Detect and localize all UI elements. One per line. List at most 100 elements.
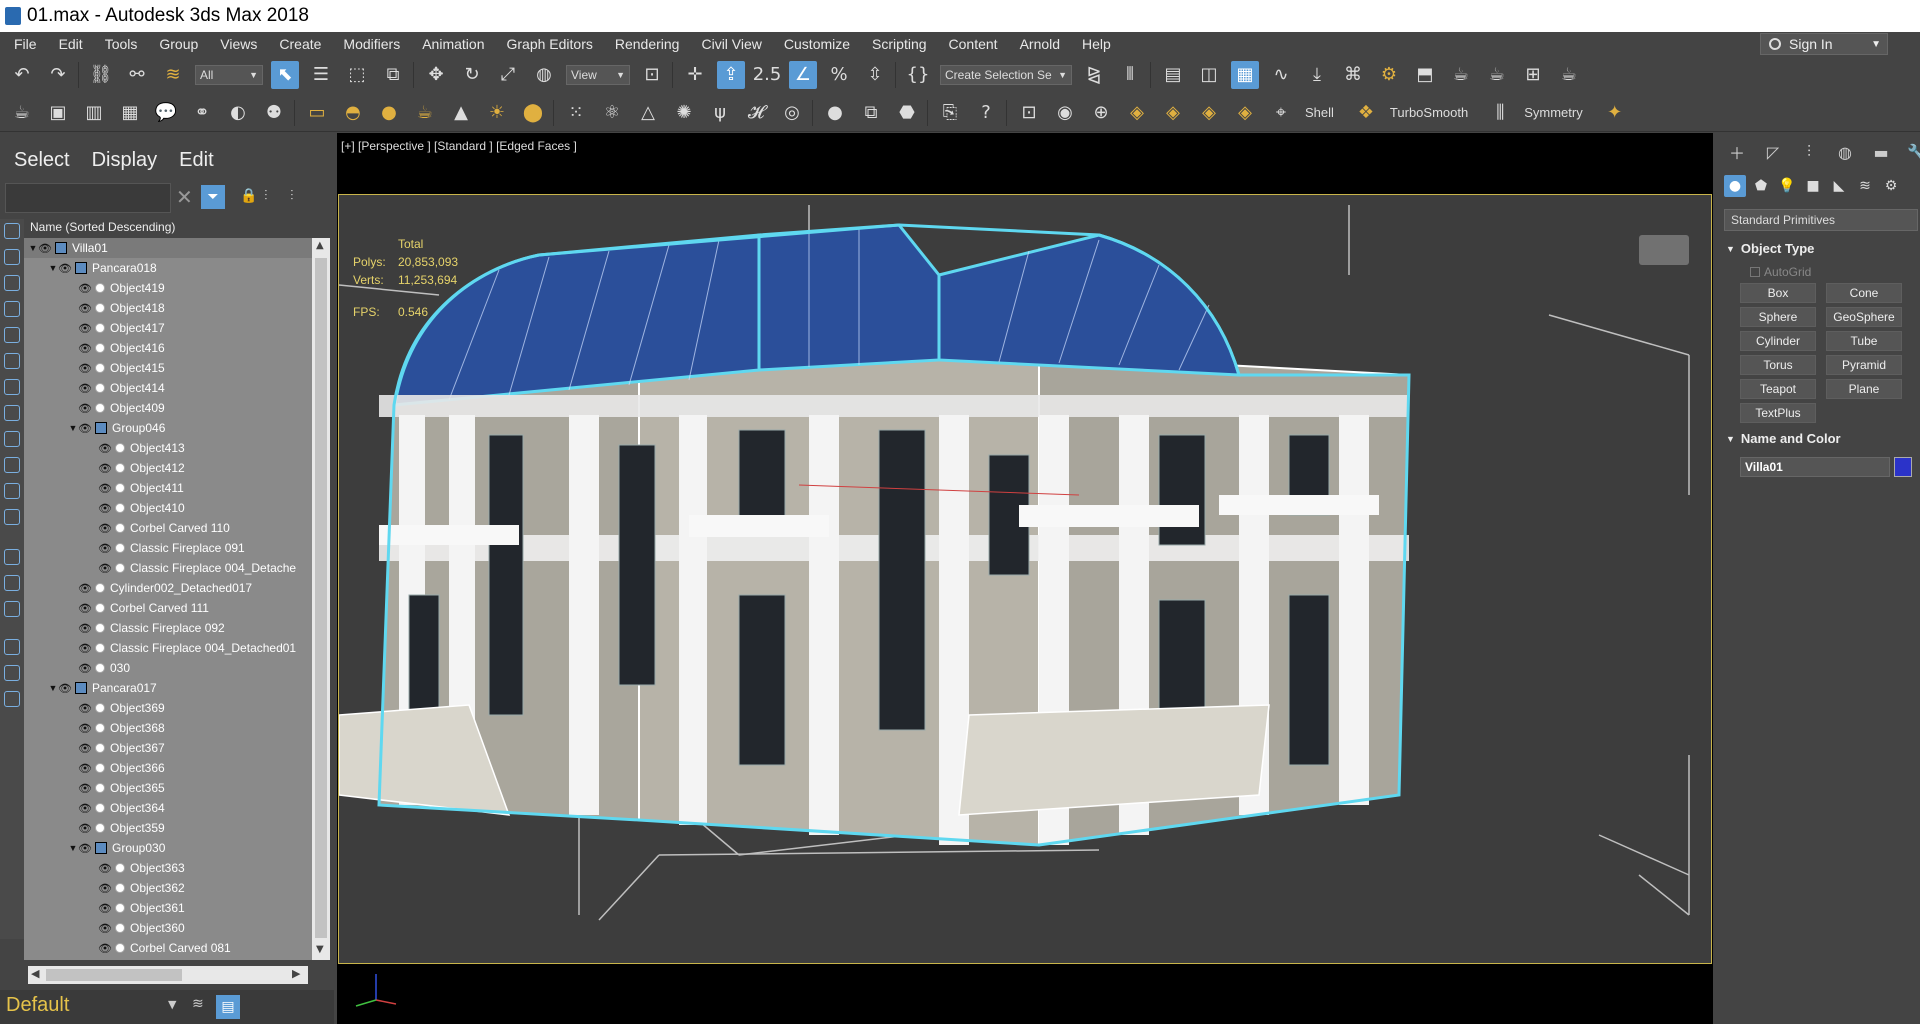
spacewarp-filter-icon[interactable] (4, 353, 20, 369)
modifier-2-button[interactable]: ◈ (1159, 99, 1187, 127)
systems-category-button[interactable]: ⚙ (1880, 175, 1902, 197)
perspective-viewport[interactable]: [+] [Perspective ] [Standard ] [Edged Fa… (337, 133, 1713, 1024)
xref-filter-icon[interactable] (4, 405, 20, 421)
mirror-button[interactable]: ⧎ (1080, 61, 1108, 89)
box-button[interactable]: Box (1740, 283, 1816, 303)
viewport-label-menu[interactable]: [+] [Perspective ] [Standard ] [Edged Fa… (341, 139, 577, 153)
visibility-eye-icon[interactable]: 👁 (78, 702, 92, 715)
visibility-eye-icon[interactable]: 👁 (78, 842, 92, 855)
tree-row[interactable]: 👁 Object365 (24, 778, 314, 798)
toggle-ribbon-button[interactable]: ▦ (1231, 61, 1259, 89)
tree-horizontal-scrollbar[interactable]: ◀ ▶ (28, 966, 308, 984)
light-filter-icon[interactable] (4, 275, 20, 291)
tree-row[interactable]: 👁 Classic Fireplace 092 (24, 618, 314, 638)
helpers-category-button[interactable]: ◣ (1828, 175, 1850, 197)
move-button[interactable]: ✥ (422, 61, 450, 89)
menu-arnold[interactable]: Arnold (1020, 36, 1060, 52)
globe-button[interactable]: ⊕ (1087, 99, 1115, 127)
hair-fur-button[interactable]: 𝓗 (742, 99, 770, 127)
extra-modifier-button[interactable]: ✦ (1601, 99, 1629, 127)
visibility-eye-icon[interactable]: 👁 (98, 942, 112, 955)
autogrid-checkbox[interactable]: AutoGrid (1750, 265, 1811, 279)
menu-tools[interactable]: Tools (105, 36, 138, 52)
visibility-eye-icon[interactable]: 👁 (78, 422, 92, 435)
expand-arrow-icon[interactable]: ▼ (48, 263, 58, 273)
visibility-eye-icon[interactable]: 👁 (78, 342, 92, 355)
visibility-eye-icon[interactable]: 👁 (78, 662, 92, 675)
hierarchy-icon[interactable]: ⫶ (264, 188, 268, 204)
object-name-input[interactable]: Villa01 (1740, 457, 1890, 477)
select-manipulate-button[interactable]: ✛ (681, 61, 709, 89)
pyramid-button[interactable]: Pyramid (1826, 355, 1902, 375)
link-button[interactable]: ⛓ (87, 61, 115, 89)
tab-display[interactable]: Display (92, 149, 158, 172)
tree-row[interactable]: ▼ 👁 Group030 (24, 838, 314, 858)
align-button[interactable]: ⫴ (1116, 61, 1144, 89)
tree-row[interactable]: 👁 Object409 (24, 398, 314, 418)
funnel-icon[interactable] (4, 639, 20, 655)
rect-selection-button[interactable]: ⬚ (343, 61, 371, 89)
tree-row[interactable]: 👁 Corbel Carved 110 (24, 518, 314, 538)
tree-row[interactable]: 👁 Object417 (24, 318, 314, 338)
tree-row[interactable]: ▼ 👁 Pancara017 (24, 678, 314, 698)
visibility-eye-icon[interactable]: 👁 (78, 822, 92, 835)
tree-row[interactable]: 👁 Object359 (24, 818, 314, 838)
funnel-alt-icon[interactable] (4, 665, 20, 681)
visibility-eye-icon[interactable]: 👁 (58, 262, 72, 275)
spacewarps-category-button[interactable]: ≋ (1854, 175, 1876, 197)
filter-button[interactable]: ⏷ (201, 185, 225, 209)
menu-help[interactable]: Help (1082, 36, 1111, 52)
camera-filter-icon[interactable] (4, 301, 20, 317)
cone-button[interactable]: Cone (1826, 283, 1902, 303)
tree-row[interactable]: 👁 030 (24, 658, 314, 678)
create-cone-button[interactable]: ▲ (447, 99, 475, 127)
tree-row[interactable]: 👁 Object419 (24, 278, 314, 298)
menu-content[interactable]: Content (949, 36, 998, 52)
tab-select[interactable]: Select (14, 149, 70, 172)
tree-row[interactable]: 👁 Object363 (24, 858, 314, 878)
object-color-swatch[interactable] (1894, 457, 1912, 477)
tree-row[interactable]: 👁 Corbel Carved 081 (24, 938, 314, 958)
shape-filter-icon[interactable] (4, 249, 20, 265)
tree-row[interactable]: 👁 Object418 (24, 298, 314, 318)
material-ball-button[interactable]: ● (821, 99, 849, 127)
viewcube[interactable] (1639, 235, 1689, 265)
shell-modifier-label[interactable]: Shell (1305, 105, 1334, 120)
tree-row[interactable]: 👁 Corbel Carved 111 (24, 598, 314, 618)
group-filter-icon[interactable] (4, 379, 20, 395)
geometry-filter-icon[interactable] (4, 223, 20, 239)
turbosmooth-icon-button[interactable]: ❖ (1352, 99, 1380, 127)
menu-civil-view[interactable]: Civil View (701, 36, 761, 52)
bones-button[interactable]: ⚉ (260, 99, 288, 127)
undo-button[interactable]: ↶ (8, 61, 36, 89)
placement-button[interactable]: ◍ (530, 61, 558, 89)
tree-row[interactable]: 👁 Object361 (24, 898, 314, 918)
layer-explorer-button[interactable]: ◫ (1195, 61, 1223, 89)
primitive-type-dropdown[interactable]: Standard Primitives (1724, 209, 1918, 231)
shell-object-button[interactable]: ◎ (778, 99, 806, 127)
camera-view-button[interactable]: ⊡ (1015, 99, 1043, 127)
pyramid-frame-button[interactable]: △ (634, 99, 662, 127)
geosphere-button[interactable]: ✺ (670, 99, 698, 127)
spinner-snap-button[interactable]: ⇳ (861, 61, 889, 89)
name-and-color-rollout[interactable]: ▼ Name and Color (1726, 431, 1916, 446)
tree-row[interactable]: 👁 Cylinder002_Detached017 (24, 578, 314, 598)
geometry-category-button[interactable]: ● (1724, 175, 1746, 197)
menu-graph-editors[interactable]: Graph Editors (506, 36, 592, 52)
visibility-eye-icon[interactable]: 👁 (78, 582, 92, 595)
sound-button[interactable]: ◐ (224, 99, 252, 127)
tube-button[interactable]: Tube (1826, 331, 1902, 351)
molecule-button[interactable]: ⚛ (598, 99, 626, 127)
menu-create[interactable]: Create (279, 36, 321, 52)
geosphere-button[interactable]: GeoSphere (1826, 307, 1902, 327)
symmetry-icon-button[interactable]: ⫼ (1486, 99, 1514, 127)
modifier-3-button[interactable]: ◈ (1195, 99, 1223, 127)
open-autodesk-a360-button[interactable]: ☕ (1555, 61, 1583, 89)
angle-snap-button[interactable]: ∠ (789, 61, 817, 89)
named-selection-dropdown[interactable]: Create Selection Se ▼ (940, 65, 1072, 85)
grid-table-button[interactable]: ▦ (116, 99, 144, 127)
visibility-eye-icon[interactable]: 👁 (98, 462, 112, 475)
visibility-eye-icon[interactable]: 👁 (78, 282, 92, 295)
lock-icon[interactable]: 🔒 (240, 188, 257, 204)
selection-filter-dropdown[interactable]: All ▼ (195, 65, 263, 85)
